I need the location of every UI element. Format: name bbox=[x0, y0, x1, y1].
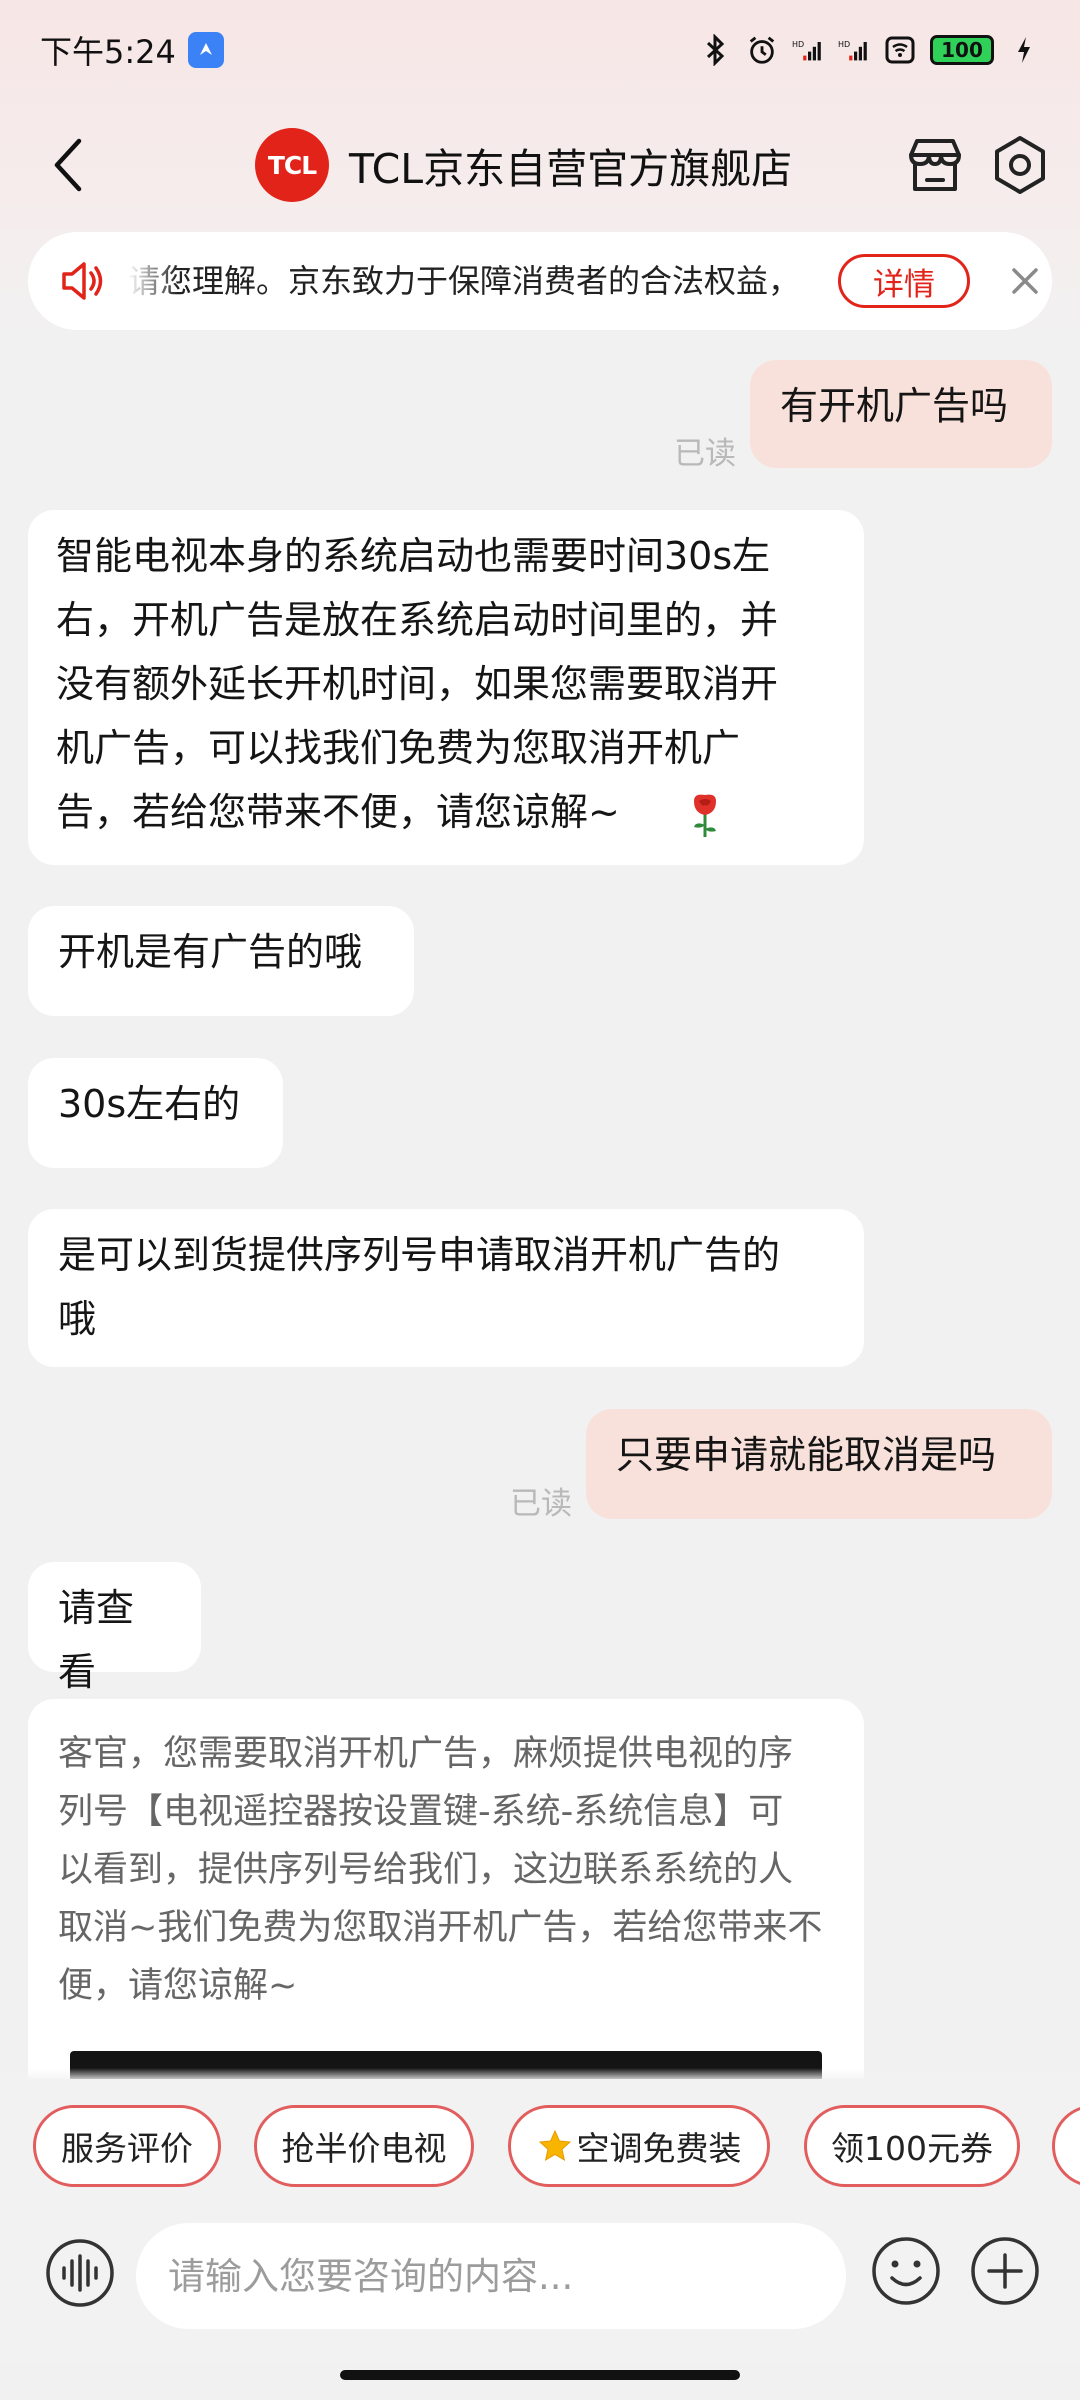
message-input[interactable] bbox=[136, 2223, 846, 2329]
notice-banner: 请您理解。京东致力于保障消费者的合法权益， 详情 bbox=[28, 232, 1052, 330]
shop-button[interactable] bbox=[903, 133, 967, 197]
back-button[interactable] bbox=[40, 132, 96, 198]
message-line: 机广告，可以找我们免费为您取消开机广 bbox=[56, 726, 741, 770]
svg-text:HD: HD bbox=[838, 40, 850, 49]
quick-reply-chip[interactable]: 抢半价电视 bbox=[254, 2105, 474, 2187]
store-logo: TCL bbox=[255, 128, 329, 202]
message-bubble-mine[interactable]: 只要申请就能取消是吗 bbox=[586, 1409, 1052, 1519]
close-icon[interactable] bbox=[1000, 256, 1050, 306]
message-card[interactable]: 客官，您需要取消开机广告，麻烦提供电视的序 列号【电视遥控器按设置键-系统-系统… bbox=[28, 1699, 864, 2079]
emoji-button[interactable] bbox=[870, 2235, 942, 2307]
message-bubble-agent[interactable]: 开机是有广告的哦 bbox=[28, 906, 414, 1016]
status-right: HD HD 100 bbox=[700, 34, 1040, 66]
read-status: 已读 bbox=[674, 436, 736, 472]
alarm-icon bbox=[746, 34, 778, 66]
quick-reply-chip[interactable]: 领100元券 bbox=[804, 2105, 1020, 2187]
store-name: TCL京东自营官方旗舰店 bbox=[349, 145, 793, 193]
chat-screen: 下午5:24 HD HD 100 TCL TCL京东自营官方旗舰店 请您理解。京… bbox=[0, 0, 1080, 2400]
message-bubble-agent[interactable]: 请查看 bbox=[28, 1562, 201, 1694]
quick-reply-label: 领100元券 bbox=[831, 2129, 993, 2168]
quick-reply-label: 服务评价 bbox=[61, 2129, 193, 2168]
status-left: 下午5:24 bbox=[40, 27, 224, 73]
signal-hd-icon: HD bbox=[792, 34, 824, 66]
emoji-icon bbox=[872, 2237, 940, 2305]
settings-button[interactable] bbox=[988, 133, 1052, 197]
message-line: 没有额外延长开机时间，如果您需要取消开 bbox=[56, 662, 779, 706]
message-text: 30s左右的 bbox=[58, 1082, 241, 1126]
quick-reply-chip[interactable]: 空调免费装 bbox=[508, 2105, 770, 2187]
message-line-with-emoji: 告，若给您带来不便，请您谅解~ bbox=[56, 780, 836, 844]
app-notification-icon bbox=[187, 32, 224, 68]
card-line: 列号【电视遥控器按设置键-系统-系统信息】可 bbox=[58, 1792, 784, 1832]
signal-hd-icon: HD bbox=[838, 34, 870, 66]
store-title[interactable]: TCL TCL京东自营官方旗舰店 bbox=[255, 125, 792, 205]
message-text: 只要申请就能取消是吗 bbox=[616, 1433, 997, 1477]
card-line: 客官，您需要取消开机广告，麻烦提供电视的序 bbox=[58, 1734, 794, 1774]
message-line: 智能电视本身的系统启动也需要时间30s左 bbox=[56, 534, 771, 578]
card-line: 取消~我们免费为您取消开机广告，若给您带来不 bbox=[58, 1908, 823, 1948]
charging-icon bbox=[1008, 34, 1040, 66]
rose-icon bbox=[693, 794, 716, 837]
quick-reply-bar: 服务评价 抢半价电视 空调免费装 领100元券 bbox=[0, 2083, 1080, 2203]
more-button[interactable] bbox=[969, 2235, 1041, 2307]
battery-icon: 100 bbox=[930, 35, 994, 65]
notice-text: 请您理解。京东致力于保障消费者的合法权益， bbox=[128, 262, 801, 300]
message-bubble-agent[interactable]: 30s左右的 bbox=[28, 1058, 283, 1168]
chat-header: TCL TCL京东自营官方旗舰店 bbox=[0, 110, 1080, 220]
card-line: 以看到，提供序列号给我们，这边联系系统的人 bbox=[58, 1850, 794, 1890]
message-line: 告，若给您带来不便，请您谅解~ bbox=[56, 790, 620, 834]
voice-icon bbox=[46, 2239, 114, 2307]
back-icon bbox=[54, 138, 82, 192]
shop-icon bbox=[909, 139, 961, 191]
home-indicator[interactable] bbox=[340, 2370, 740, 2380]
message-text: 请查看 bbox=[58, 1586, 135, 1694]
message-text: 有开机广告吗 bbox=[780, 384, 1009, 428]
message-text: 开机是有广告的哦 bbox=[58, 930, 363, 974]
message-line: 哦 bbox=[58, 1297, 97, 1341]
star-icon bbox=[538, 2129, 571, 2162]
message-line: 是可以到货提供序列号申请取消开机广告的 bbox=[58, 1233, 781, 1277]
plus-icon bbox=[971, 2237, 1039, 2305]
message-bubble-agent[interactable]: 智能电视本身的系统启动也需要时间30s左 右，开机广告是放在系统启动时间里的，并… bbox=[28, 510, 864, 865]
bluetooth-icon bbox=[700, 34, 732, 66]
status-bar: 下午5:24 HD HD 100 bbox=[0, 0, 1080, 100]
scroll-fade bbox=[0, 2068, 1080, 2082]
read-status: 已读 bbox=[510, 1486, 572, 1522]
status-time: 下午5:24 bbox=[40, 33, 176, 71]
svg-text:HD: HD bbox=[792, 40, 804, 49]
quick-reply-chip[interactable]: 服务评价 bbox=[33, 2105, 221, 2187]
settings-icon bbox=[995, 136, 1045, 194]
voice-button[interactable] bbox=[44, 2237, 116, 2309]
card-text: 客官，您需要取消开机广告，麻烦提供电视的序 列号【电视遥控器按设置键-系统-系统… bbox=[58, 1725, 838, 2015]
message-bubble-agent[interactable]: 是可以到货提供序列号申请取消开机广告的 哦 bbox=[28, 1209, 864, 1367]
message-bubble-mine[interactable]: 有开机广告吗 bbox=[750, 360, 1052, 468]
quick-reply-chip-partial[interactable] bbox=[1052, 2105, 1080, 2187]
message-line: 右，开机广告是放在系统启动时间里的，并 bbox=[56, 598, 779, 642]
speaker-icon bbox=[62, 262, 103, 300]
quick-reply-label: 抢半价电视 bbox=[281, 2129, 447, 2168]
notice-detail-button[interactable]: 详情 bbox=[838, 254, 970, 308]
quick-reply-label: 空调免费装 bbox=[576, 2129, 742, 2168]
input-bar bbox=[0, 2203, 1080, 2363]
card-line: 便，请您谅解~ bbox=[58, 1966, 298, 2006]
wifi-icon bbox=[884, 34, 916, 66]
